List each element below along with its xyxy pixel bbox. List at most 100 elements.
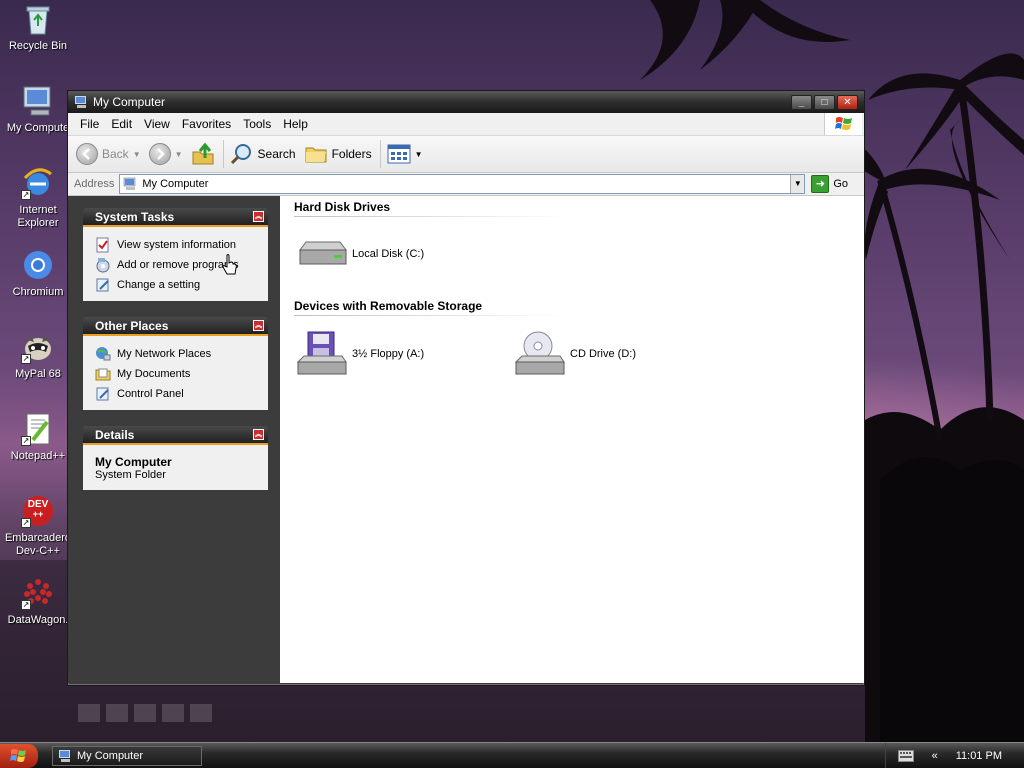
system-tray: « 11:01 PM — [884, 742, 1024, 768]
menu-edit[interactable]: Edit — [105, 117, 138, 131]
start-button[interactable] — [0, 743, 38, 768]
place-control-panel[interactable]: Control Panel — [95, 384, 268, 404]
window-titlebar[interactable]: My Computer _ □ ✕ — [68, 91, 864, 113]
wallpaper-watermark — [76, 700, 226, 732]
details-name: My Computer — [95, 455, 172, 469]
details-header[interactable]: Details ︽ — [83, 426, 268, 445]
tray-collapse-icon[interactable]: « — [932, 750, 938, 762]
window-body: System Tasks ︽ View system information A… — [68, 196, 864, 683]
explorer-window: My Computer _ □ ✕ File Edit View Favorit… — [67, 90, 865, 686]
my-documents-icon — [95, 368, 111, 381]
desktop-icon-label: DataWagon. — [7, 614, 69, 626]
shortcut-arrow-icon: ↗ — [21, 436, 31, 446]
place-label: My Network Places — [117, 348, 212, 360]
desktop-icon-datawagon[interactable]: ↗ DataWagon. — [0, 576, 76, 627]
folder-icon — [305, 147, 327, 163]
place-label: Control Panel — [117, 388, 184, 400]
desktop-icon-devcpp[interactable]: DEV ++ ↗ Embarcadero Dev-C++ — [0, 494, 76, 558]
close-button[interactable]: ✕ — [837, 94, 858, 110]
chromium-icon — [21, 248, 55, 282]
menu-view[interactable]: View — [138, 117, 176, 131]
folders-button[interactable]: Folders — [304, 143, 372, 165]
my-computer-icon — [75, 96, 86, 108]
recycle-bin-icon — [21, 2, 55, 36]
system-tasks-panel: System Tasks ︽ View system information A… — [83, 208, 268, 301]
keyboard-icon[interactable] — [897, 749, 914, 762]
views-icon — [387, 144, 411, 164]
task-add-remove-programs[interactable]: Add or remove programs — [95, 255, 268, 275]
forward-arrow-icon — [148, 143, 171, 165]
minimize-button[interactable]: _ — [791, 94, 812, 110]
back-label: Back — [102, 147, 129, 161]
other-places-header[interactable]: Other Places ︽ — [83, 317, 268, 336]
window-title: My Computer — [93, 95, 166, 109]
drive-label: Local Disk (C:) — [352, 248, 425, 260]
drive-local-disk-c[interactable]: Local Disk (C:) — [296, 238, 424, 270]
internet-explorer-icon: ↗ — [21, 166, 55, 200]
chevron-down-icon[interactable]: ▼ — [175, 150, 183, 159]
desktop-icon-label: MyPal 68 — [15, 368, 61, 380]
place-my-documents[interactable]: My Documents — [95, 364, 268, 384]
folders-label: Folders — [331, 147, 372, 161]
network-places-icon — [96, 347, 111, 361]
drive-floppy-a[interactable]: 3½ Floppy (A:) — [296, 330, 424, 378]
system-tasks-header[interactable]: System Tasks ︽ — [83, 208, 268, 227]
cd-drive-icon — [514, 331, 565, 375]
desktop-icon-internet-explorer[interactable]: ↗ Internet Explorer — [0, 166, 76, 230]
task-pane: System Tasks ︽ View system information A… — [68, 196, 280, 683]
up-folder-button[interactable] — [191, 142, 215, 166]
up-folder-icon — [192, 142, 214, 165]
collapse-icon[interactable]: ︽ — [253, 320, 264, 331]
toolbar-separator — [379, 140, 381, 168]
shortcut-arrow-icon: ↗ — [21, 518, 31, 528]
other-places-body: My Network Places My Documents Control P… — [83, 336, 268, 410]
place-my-network-places[interactable]: My Network Places — [95, 344, 268, 364]
taskbar: My Computer « 11:01 PM — [0, 742, 1024, 768]
search-button[interactable]: Search — [230, 142, 296, 166]
desktop-icon-my-computer[interactable]: My Compute — [0, 84, 76, 135]
place-label: My Documents — [117, 368, 191, 380]
panel-title: Other Places — [95, 318, 169, 333]
views-button[interactable]: ▼ — [387, 144, 423, 164]
menu-favorites[interactable]: Favorites — [176, 117, 237, 131]
collapse-icon[interactable]: ︽ — [253, 211, 264, 222]
forward-button[interactable]: ▼ — [148, 143, 183, 165]
watermark-glyphs-icon — [78, 704, 212, 722]
chevron-down-icon[interactable]: ▼ — [790, 175, 805, 193]
back-button[interactable]: Back ▼ — [76, 143, 141, 165]
menu-bar: File Edit View Favorites Tools Help — [68, 113, 864, 136]
task-change-setting[interactable]: Change a setting — [95, 275, 268, 295]
file-view[interactable]: Hard Disk Drives Local Disk (C:) Devices… — [280, 196, 864, 683]
taskbar-button-my-computer[interactable]: My Computer — [52, 745, 202, 766]
toolbar: Back ▼ ▼ Search Folders ▼ — [68, 136, 864, 173]
desktop-icon-recycle-bin[interactable]: Recycle Bin — [0, 2, 76, 53]
floppy-drive-icon — [296, 331, 347, 375]
other-places-panel: Other Places ︽ My Network Places My Docu… — [83, 317, 268, 410]
menu-help[interactable]: Help — [277, 117, 314, 131]
address-label: Address — [74, 178, 115, 190]
shortcut-arrow-icon: ↗ — [21, 600, 31, 610]
task-label: Add or remove programs — [117, 259, 239, 271]
clock[interactable]: 11:01 PM — [956, 750, 1002, 762]
menu-tools[interactable]: Tools — [237, 117, 277, 131]
desktop-icon-mypal[interactable]: ↗ MyPal 68 — [0, 330, 76, 381]
task-view-system-info[interactable]: View system information — [95, 235, 268, 255]
go-button[interactable]: ➜ Go — [811, 175, 848, 193]
desktop-icon-notepadpp[interactable]: ↗ Notepad++ — [0, 412, 76, 463]
task-label: Change a setting — [117, 279, 201, 291]
maximize-button[interactable]: □ — [814, 94, 835, 110]
address-input[interactable]: My Computer ▼ — [119, 174, 806, 194]
system-tasks-body: View system information Add or remove pr… — [83, 227, 268, 301]
address-bar: Address My Computer ▼ ➜ Go — [68, 173, 864, 196]
chevron-down-icon[interactable]: ▼ — [415, 150, 423, 159]
windows-flag-icon — [824, 113, 862, 135]
menu-file[interactable]: File — [74, 117, 105, 131]
desktop-icon-label: Embarcadero Dev-C++ — [4, 532, 72, 557]
windows-flag-icon — [10, 748, 26, 762]
desktop-icon-chromium[interactable]: Chromium — [0, 248, 76, 299]
collapse-icon[interactable]: ︽ — [253, 429, 264, 440]
chevron-down-icon[interactable]: ▼ — [133, 150, 141, 159]
task-label: View system information — [117, 239, 237, 251]
panel-title: Details — [95, 427, 135, 442]
drive-cd-d[interactable]: CD Drive (D:) — [514, 330, 636, 378]
